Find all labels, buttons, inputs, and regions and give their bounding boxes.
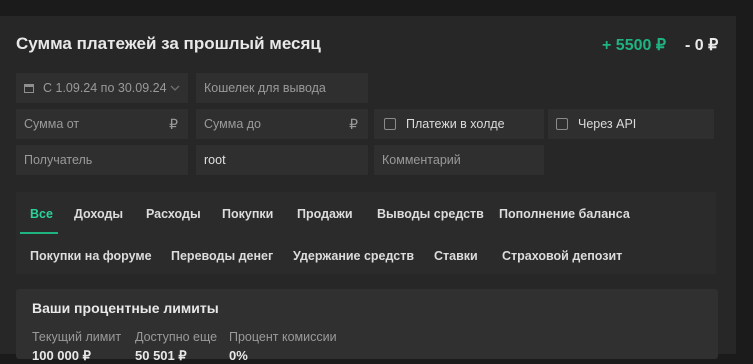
via-api-label: Через API [578, 117, 637, 131]
limit-value-available: 50 501 ₽ [135, 348, 187, 363]
date-range-value: С 1.09.24 по 30.09.24 [43, 81, 167, 95]
income-total: + 5500 ₽ [602, 37, 667, 54]
tab-holds[interactable]: Удержание средств [293, 249, 414, 263]
tab-bets[interactable]: Ставки [434, 249, 478, 263]
wallet-placeholder: Кошелек для вывода [204, 81, 326, 95]
ruble-icon: ₽ [349, 116, 358, 132]
tab-insurance-deposit[interactable]: Страховой депозит [502, 249, 622, 263]
checkbox-box[interactable] [556, 118, 568, 130]
wallet-input[interactable]: Кошелек для вывода [196, 73, 368, 103]
tab-forum-purchases[interactable]: Покупки на форуме [30, 249, 152, 263]
limit-value-commission: 0% [229, 348, 248, 363]
recipient-placeholder: Получатель [24, 153, 93, 167]
limits-title: Ваши процентные лимиты [32, 300, 219, 316]
tab-expenses[interactable]: Расходы [146, 207, 201, 221]
comment-input[interactable]: Комментарий [374, 145, 544, 175]
chevron-down-icon [170, 85, 180, 91]
limit-value-current: 100 000 ₽ [32, 348, 91, 363]
hold-payments-label: Платежи в холде [406, 117, 505, 131]
comment-placeholder: Комментарий [382, 153, 461, 167]
sender-value: root [204, 153, 226, 167]
date-range-picker[interactable]: С 1.09.24 по 30.09.24 [16, 73, 188, 103]
tab-income[interactable]: Доходы [74, 207, 123, 221]
via-api-checkbox[interactable]: Через API [548, 109, 714, 139]
checkbox-box[interactable] [384, 118, 396, 130]
tab-deposits[interactable]: Пополнение баланса [499, 207, 630, 221]
tab-purchases[interactable]: Покупки [222, 207, 273, 221]
limit-header-available: Доступно еще [135, 330, 218, 344]
sender-input[interactable]: root [196, 145, 368, 175]
tab-withdrawals[interactable]: Выводы средств [377, 207, 484, 221]
amount-to-input[interactable]: Сумма до ₽ [196, 109, 368, 139]
tab-all[interactable]: Все [30, 207, 53, 221]
calendar-icon [24, 84, 34, 93]
amount-from-input[interactable]: Сумма от ₽ [16, 109, 188, 139]
hold-payments-checkbox[interactable]: Платежи в холде [374, 109, 544, 139]
limit-header-current: Текущий лимит [32, 330, 122, 344]
amount-to-placeholder: Сумма до [204, 117, 261, 131]
active-tab-indicator [20, 232, 58, 234]
expense-total: - 0 ₽ [685, 37, 719, 54]
amount-from-placeholder: Сумма от [24, 117, 80, 131]
page-title: Сумма платежей за прошлый месяц [16, 34, 321, 53]
ruble-icon: ₽ [169, 116, 178, 132]
recipient-input[interactable]: Получатель [16, 145, 188, 175]
tab-sales[interactable]: Продажи [297, 207, 353, 221]
tab-transfers[interactable]: Переводы денег [171, 249, 273, 263]
limit-header-commission: Процент комиссии [229, 330, 337, 344]
